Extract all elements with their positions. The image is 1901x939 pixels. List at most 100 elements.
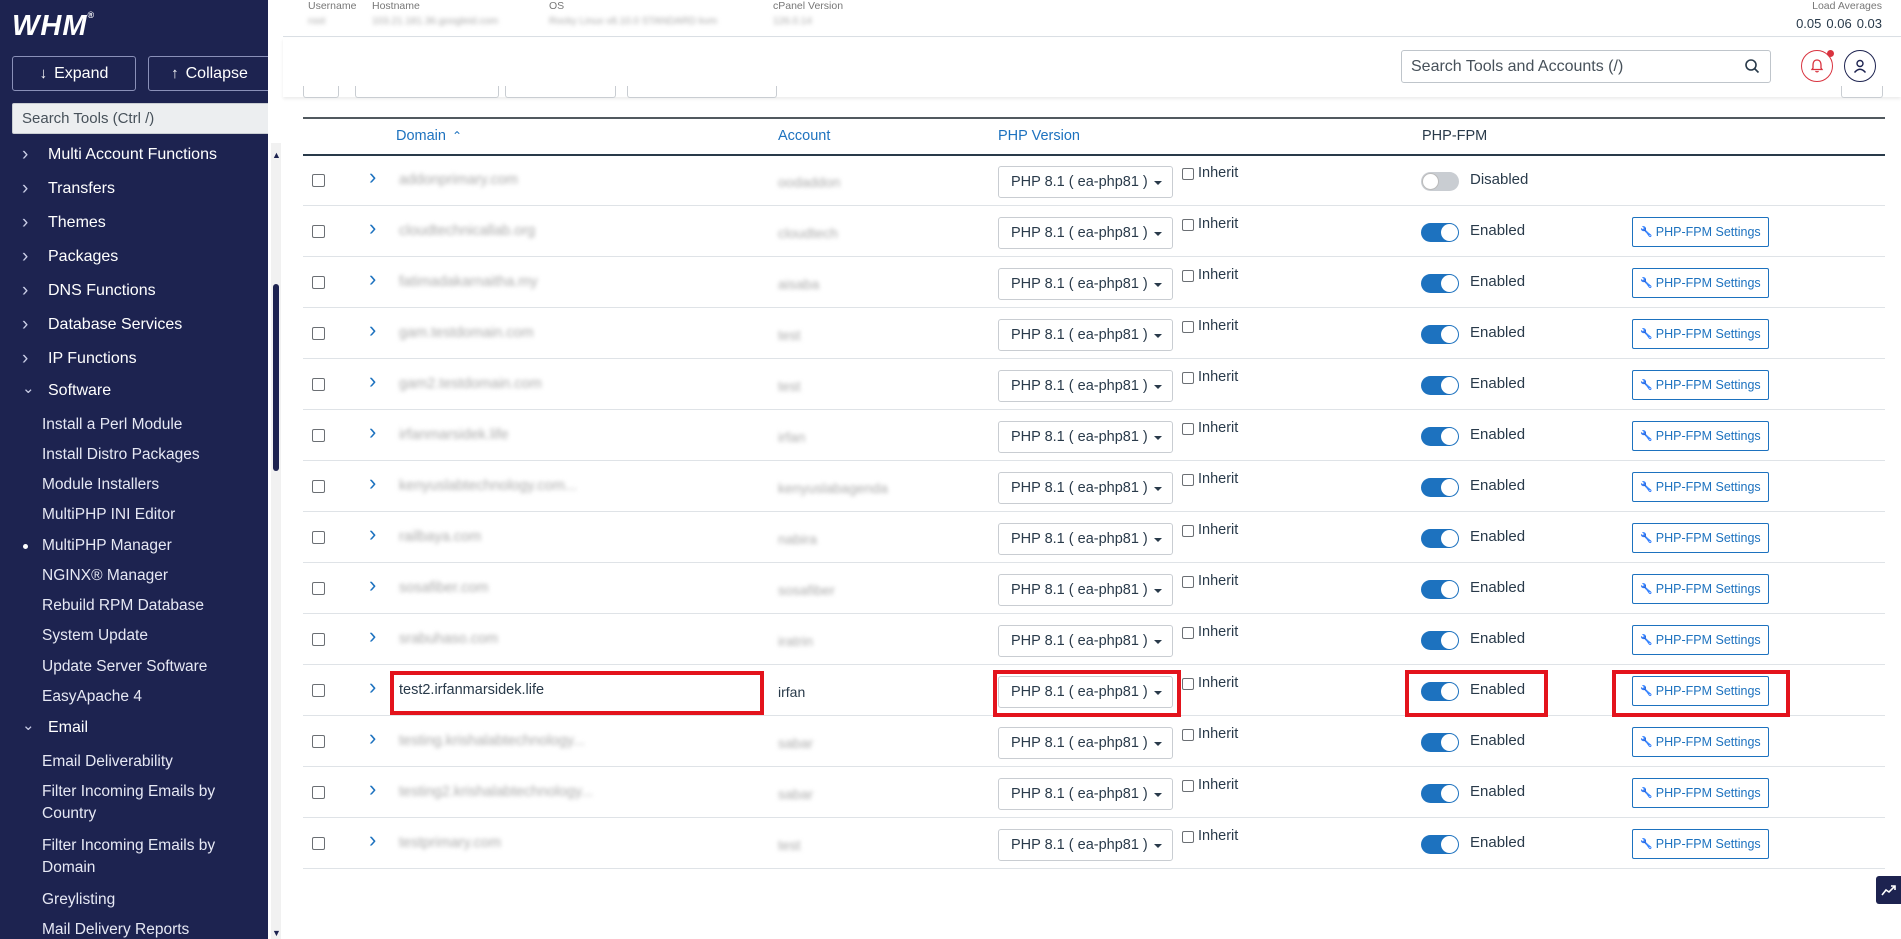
- php-fpm-toggle[interactable]: [1421, 172, 1459, 191]
- php-fpm-toggle[interactable]: [1421, 580, 1459, 599]
- row-select-checkbox[interactable]: [312, 174, 325, 187]
- sidebar-category-multi-account-functions[interactable]: › Multi Account Functions: [22, 144, 217, 166]
- scroll-down-arrow-icon[interactable]: ▼: [272, 928, 281, 938]
- row-expand-chevron-icon[interactable]: ›: [369, 827, 376, 853]
- column-header-php-version[interactable]: PHP Version: [998, 128, 1080, 144]
- row-select-checkbox[interactable]: [312, 633, 325, 646]
- inherit-checkbox[interactable]: [1182, 270, 1194, 282]
- row-expand-chevron-icon[interactable]: ›: [369, 368, 376, 394]
- sidebar-item-install-a-perl-module[interactable]: Install a Perl Module: [42, 414, 252, 436]
- sidebar-category-themes[interactable]: › Themes: [22, 212, 106, 234]
- row-select-checkbox[interactable]: [312, 276, 325, 289]
- php-version-select[interactable]: PHP 8.1 ( ea-php81 ): [998, 727, 1173, 759]
- row-expand-chevron-icon[interactable]: ›: [369, 674, 376, 700]
- trending-chart-icon[interactable]: [1876, 876, 1901, 904]
- php-version-select[interactable]: PHP 8.1 ( ea-php81 ): [998, 472, 1173, 504]
- inherit-checkbox[interactable]: [1182, 678, 1194, 690]
- row-select-checkbox[interactable]: [312, 480, 325, 493]
- sidebar-scrollbar[interactable]: [271, 143, 281, 939]
- row-expand-chevron-icon[interactable]: ›: [369, 164, 376, 190]
- row-select-checkbox[interactable]: [312, 582, 325, 595]
- inherit-checkbox[interactable]: [1182, 525, 1194, 537]
- php-fpm-settings-button[interactable]: 🔧 PHP-FPM Settings: [1632, 319, 1769, 349]
- php-fpm-toggle[interactable]: [1421, 223, 1459, 242]
- sidebar-item-rebuild-rpm-database[interactable]: Rebuild RPM Database: [42, 595, 252, 617]
- row-expand-chevron-icon[interactable]: ›: [369, 470, 376, 496]
- inherit-checkbox[interactable]: [1182, 423, 1194, 435]
- php-fpm-toggle[interactable]: [1421, 784, 1459, 803]
- php-fpm-settings-button[interactable]: 🔧 PHP-FPM Settings: [1632, 217, 1769, 247]
- php-version-select[interactable]: PHP 8.1 ( ea-php81 ): [998, 574, 1173, 606]
- php-fpm-toggle[interactable]: [1421, 325, 1459, 344]
- php-version-select[interactable]: PHP 8.1 ( ea-php81 ): [998, 829, 1173, 861]
- sidebar-category-email[interactable]: ⌄ Email: [22, 717, 88, 737]
- row-expand-chevron-icon[interactable]: ›: [369, 419, 376, 445]
- sidebar-item-filter-incoming-emails-by-country[interactable]: Filter Incoming Emails by Country: [42, 781, 252, 825]
- php-version-select[interactable]: PHP 8.1 ( ea-php81 ): [998, 625, 1173, 657]
- inherit-checkbox[interactable]: [1182, 372, 1194, 384]
- php-version-select[interactable]: PHP 8.1 ( ea-php81 ): [998, 166, 1173, 198]
- php-fpm-toggle[interactable]: [1421, 529, 1459, 548]
- sidebar-category-database-services[interactable]: › Database Services: [22, 314, 182, 336]
- row-select-checkbox[interactable]: [312, 327, 325, 340]
- expand-button[interactable]: ↓ Expand: [12, 56, 136, 91]
- php-fpm-toggle[interactable]: [1421, 835, 1459, 854]
- php-version-select[interactable]: PHP 8.1 ( ea-php81 ): [998, 319, 1173, 351]
- php-fpm-settings-button[interactable]: 🔧 PHP-FPM Settings: [1632, 421, 1769, 451]
- sidebar-item-email-deliverability[interactable]: Email Deliverability: [42, 751, 252, 773]
- row-select-checkbox[interactable]: [312, 837, 325, 850]
- filter-control-fragment[interactable]: [1841, 86, 1883, 98]
- php-version-select[interactable]: PHP 8.1 ( ea-php81 ): [998, 778, 1173, 810]
- php-fpm-settings-button[interactable]: 🔧 PHP-FPM Settings: [1632, 370, 1769, 400]
- php-version-select[interactable]: PHP 8.1 ( ea-php81 ): [998, 523, 1173, 555]
- sidebar-item-easyapache-4[interactable]: EasyApache 4: [42, 686, 252, 708]
- scroll-up-arrow-icon[interactable]: ▲: [272, 150, 281, 160]
- php-version-select[interactable]: PHP 8.1 ( ea-php81 ): [998, 268, 1173, 300]
- row-select-checkbox[interactable]: [312, 786, 325, 799]
- column-header-account[interactable]: Account: [778, 128, 830, 144]
- inherit-checkbox[interactable]: [1182, 219, 1194, 231]
- sidebar-category-ip-functions[interactable]: › IP Functions: [22, 348, 137, 370]
- collapse-button[interactable]: ↑ Collapse: [148, 56, 268, 91]
- row-expand-chevron-icon[interactable]: ›: [369, 521, 376, 547]
- sidebar-category-dns-functions[interactable]: › DNS Functions: [22, 280, 156, 302]
- inherit-checkbox[interactable]: [1182, 576, 1194, 588]
- php-fpm-toggle[interactable]: [1421, 427, 1459, 446]
- php-version-select[interactable]: PHP 8.1 ( ea-php81 ): [998, 421, 1173, 453]
- row-select-checkbox[interactable]: [312, 684, 325, 697]
- php-fpm-settings-button[interactable]: 🔧 PHP-FPM Settings: [1632, 523, 1769, 553]
- row-expand-chevron-icon[interactable]: ›: [369, 623, 376, 649]
- php-fpm-settings-button[interactable]: 🔧 PHP-FPM Settings: [1632, 574, 1769, 604]
- php-fpm-settings-button[interactable]: 🔧 PHP-FPM Settings: [1632, 625, 1769, 655]
- sidebar-scrollbar-thumb[interactable]: [273, 284, 279, 471]
- sidebar-search-input[interactable]: Search Tools (Ctrl /): [12, 103, 268, 134]
- php-fpm-toggle[interactable]: [1421, 631, 1459, 650]
- sidebar-category-software[interactable]: ⌄ Software: [22, 380, 111, 400]
- search-tools-accounts-input[interactable]: Search Tools and Accounts (/): [1401, 50, 1771, 83]
- php-fpm-toggle[interactable]: [1421, 376, 1459, 395]
- php-fpm-settings-button[interactable]: 🔧 PHP-FPM Settings: [1632, 778, 1769, 808]
- row-expand-chevron-icon[interactable]: ›: [369, 215, 376, 241]
- sidebar-item-install-distro-packages[interactable]: Install Distro Packages: [42, 444, 252, 466]
- php-fpm-settings-button[interactable]: 🔧 PHP-FPM Settings: [1632, 727, 1769, 757]
- row-select-checkbox[interactable]: [312, 531, 325, 544]
- row-expand-chevron-icon[interactable]: ›: [369, 572, 376, 598]
- sidebar-category-transfers[interactable]: › Transfers: [22, 178, 115, 200]
- sidebar-item-update-server-software[interactable]: Update Server Software: [42, 656, 252, 678]
- filter-control-fragment[interactable]: [627, 86, 777, 98]
- php-fpm-settings-button[interactable]: 🔧 PHP-FPM Settings: [1632, 829, 1769, 859]
- row-select-checkbox[interactable]: [312, 735, 325, 748]
- row-expand-chevron-icon[interactable]: ›: [369, 317, 376, 343]
- row-expand-chevron-icon[interactable]: ›: [369, 266, 376, 292]
- row-expand-chevron-icon[interactable]: ›: [369, 725, 376, 751]
- row-select-checkbox[interactable]: [312, 429, 325, 442]
- inherit-checkbox[interactable]: [1182, 729, 1194, 741]
- inherit-checkbox[interactable]: [1182, 474, 1194, 486]
- sidebar-item-mail-delivery-reports[interactable]: Mail Delivery Reports: [42, 919, 252, 939]
- php-version-select[interactable]: PHP 8.1 ( ea-php81 ): [998, 370, 1173, 402]
- php-fpm-toggle[interactable]: [1421, 733, 1459, 752]
- filter-control-fragment[interactable]: [355, 86, 499, 98]
- sidebar-item-nginx-manager[interactable]: NGINX® Manager: [42, 565, 252, 587]
- inherit-checkbox[interactable]: [1182, 321, 1194, 333]
- whm-logo[interactable]: WHM®: [12, 10, 95, 43]
